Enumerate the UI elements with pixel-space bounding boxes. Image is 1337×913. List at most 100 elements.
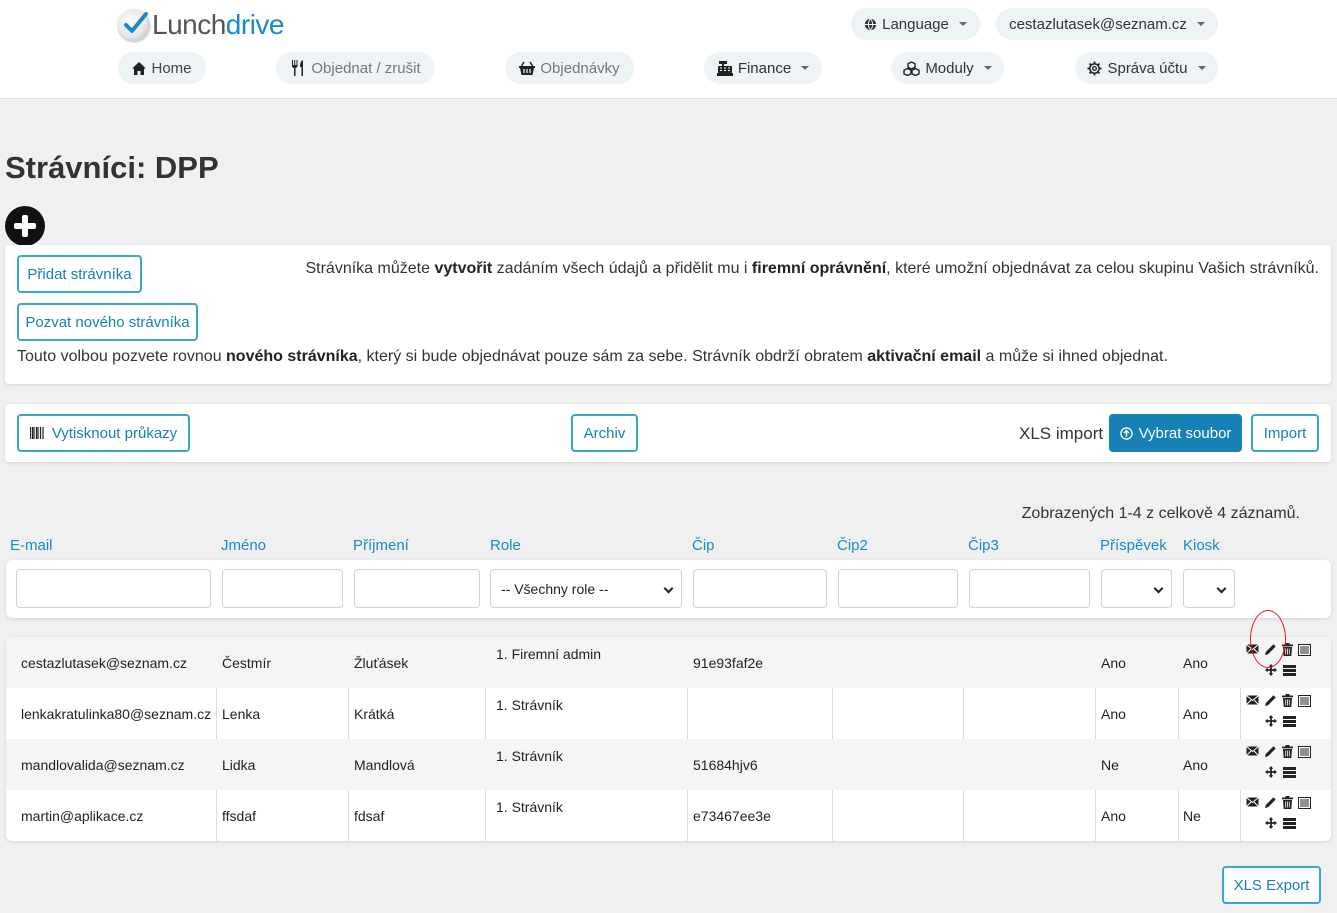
list-detail-icon[interactable] (1298, 797, 1311, 809)
import-button[interactable]: Import (1251, 414, 1319, 452)
filter-contribution-select[interactable] (1101, 569, 1172, 608)
page-title: Strávníci: DPP (5, 150, 219, 185)
lunchdrive-logo[interactable]: Lunchdrive (118, 8, 285, 42)
cell-contribution: Ne (1101, 756, 1119, 773)
move-arrows-icon[interactable] (1265, 715, 1277, 727)
list-detail-icon[interactable] (1298, 746, 1311, 758)
chevron-down-icon (663, 583, 674, 594)
nav-account-dropdown[interactable]: Správa účtu (1075, 52, 1218, 84)
cell-role: 1. Strávník (496, 799, 563, 815)
filter-first-name-input[interactable] (222, 569, 343, 608)
col-header-chip2[interactable]: Čip2 (837, 537, 868, 554)
nav-modules-label: Moduly (925, 59, 974, 77)
filter-role-value: -- Všechny role -- (501, 580, 609, 597)
toolbar-panel: Vytisknout průkazy Archiv Vybrat soubor … (5, 404, 1331, 462)
cell-role: 1. Strávník (496, 697, 563, 713)
filter-last-name-input[interactable] (354, 569, 480, 608)
records-summary: Zobrazených 1-4 z celkově 4 záznamů. (1021, 505, 1300, 522)
envelope-icon[interactable] (1246, 695, 1259, 705)
col-header-role[interactable]: Role (490, 537, 521, 554)
trash-icon[interactable] (1282, 694, 1293, 707)
row-actions (1246, 694, 1316, 735)
col-header-kiosk[interactable]: Kiosk (1183, 537, 1220, 554)
col-header-chip[interactable]: Čip (692, 537, 715, 554)
globe-icon (865, 18, 877, 30)
gear-icon (1087, 60, 1102, 76)
stack-list-icon[interactable] (1283, 818, 1296, 829)
diners-table: cestazlutasek@seznam.cz Čestmír Žluťásek… (6, 637, 1331, 841)
create-diner-info: Strávníka můžete vytvořit zadáním všech … (305, 260, 1319, 277)
cash-register-icon (716, 60, 733, 76)
col-header-last-name[interactable]: Příjmení (353, 537, 409, 554)
choose-file-button[interactable]: Vybrat soubor (1109, 414, 1242, 452)
print-cards-button[interactable]: Vytisknout průkazy (17, 414, 190, 452)
cell-last-name: fdsaf (354, 807, 385, 824)
nav-modules-dropdown[interactable]: Moduly (891, 52, 1004, 84)
cell-first-name: Lenka (222, 705, 261, 722)
trash-icon[interactable] (1282, 796, 1293, 809)
add-circle-icon[interactable] (5, 206, 45, 246)
envelope-icon[interactable] (1246, 797, 1259, 807)
trash-icon[interactable] (1282, 745, 1293, 758)
choose-file-label: Vybrat soubor (1138, 424, 1232, 442)
invite-diner-button[interactable]: Pozvat nového strávníka (17, 303, 198, 341)
table-row[interactable]: martin@aplikace.cz ffsdaf fdsaf 1. Stráv… (6, 790, 1331, 841)
table-row[interactable]: lenkakratulinka80@seznam.cz Lenka Krátká… (6, 688, 1331, 739)
filter-chip-input[interactable] (693, 569, 827, 608)
filter-role-select[interactable]: -- Všechny role -- (490, 569, 682, 608)
chevron-down-icon (1196, 22, 1205, 26)
cell-first-name: Čestmír (222, 654, 271, 671)
pencil-edit-icon[interactable] (1264, 745, 1277, 758)
chevron-down-icon (1216, 583, 1227, 594)
language-dropdown[interactable]: Language (851, 8, 980, 40)
list-detail-icon[interactable] (1298, 695, 1311, 707)
cell-first-name: ffsdaf (222, 807, 256, 824)
table-row[interactable]: mandlovalida@seznam.cz Lidka Mandlová 1.… (6, 739, 1331, 790)
pencil-edit-icon[interactable] (1264, 694, 1277, 707)
table-row[interactable]: cestazlutasek@seznam.cz Čestmír Žluťásek… (6, 637, 1331, 688)
col-header-chip3[interactable]: Čip3 (968, 537, 999, 554)
highlight-annotation (1250, 610, 1286, 668)
archive-button[interactable]: Archiv (571, 414, 638, 452)
filter-email-input[interactable] (16, 569, 211, 608)
user-account-dropdown[interactable]: cestazlutasek@seznam.cz (996, 8, 1218, 40)
row-actions (1246, 745, 1316, 786)
cell-role: 1. Strávník (496, 748, 563, 764)
row-actions (1246, 796, 1316, 837)
move-arrows-icon[interactable] (1265, 817, 1277, 829)
cell-last-name: Žluťásek (354, 654, 409, 671)
cell-role: 1. Firemní admin (496, 646, 602, 662)
cell-contribution: Ano (1101, 807, 1126, 824)
move-arrows-icon[interactable] (1265, 766, 1277, 778)
upload-circle-icon (1119, 426, 1133, 440)
cell-email: cestazlutasek@seznam.cz (21, 654, 187, 671)
pencil-edit-icon[interactable] (1264, 796, 1277, 809)
nav-home[interactable]: Home (118, 52, 206, 84)
cell-kiosk: Ano (1183, 705, 1208, 722)
filter-kiosk-select[interactable] (1183, 569, 1235, 608)
nav-order-label: Objednat / zrušit (311, 59, 421, 77)
col-header-email[interactable]: E-mail (10, 537, 53, 554)
list-detail-icon[interactable] (1298, 644, 1311, 656)
cell-chip: 91e93faf2e (693, 654, 764, 671)
cell-first-name: Lidka (222, 756, 256, 773)
nav-finance-dropdown[interactable]: Finance (704, 52, 822, 84)
filter-chip3-input[interactable] (969, 569, 1090, 608)
stack-list-icon[interactable] (1283, 665, 1296, 676)
cell-last-name: Krátká (354, 705, 395, 722)
col-header-first-name[interactable]: Jméno (221, 537, 266, 554)
filter-chip2-input[interactable] (838, 569, 958, 608)
add-diner-button[interactable]: Přidat strávníka (17, 255, 142, 293)
nav-orders[interactable]: Objednávky (505, 52, 634, 84)
cubes-icon (903, 60, 921, 76)
nav-home-label: Home (151, 59, 192, 77)
nav-orders-label: Objednávky (540, 59, 620, 77)
xls-export-button[interactable]: XLS Export (1222, 866, 1321, 904)
col-header-contribution[interactable]: Příspěvek (1100, 537, 1167, 554)
stack-list-icon[interactable] (1283, 767, 1296, 778)
nav-order[interactable]: Objednat / zrušit (276, 52, 435, 84)
envelope-icon[interactable] (1246, 746, 1259, 756)
chevron-down-icon (983, 66, 992, 70)
cell-email: martin@aplikace.cz (21, 807, 144, 824)
stack-list-icon[interactable] (1283, 716, 1296, 727)
